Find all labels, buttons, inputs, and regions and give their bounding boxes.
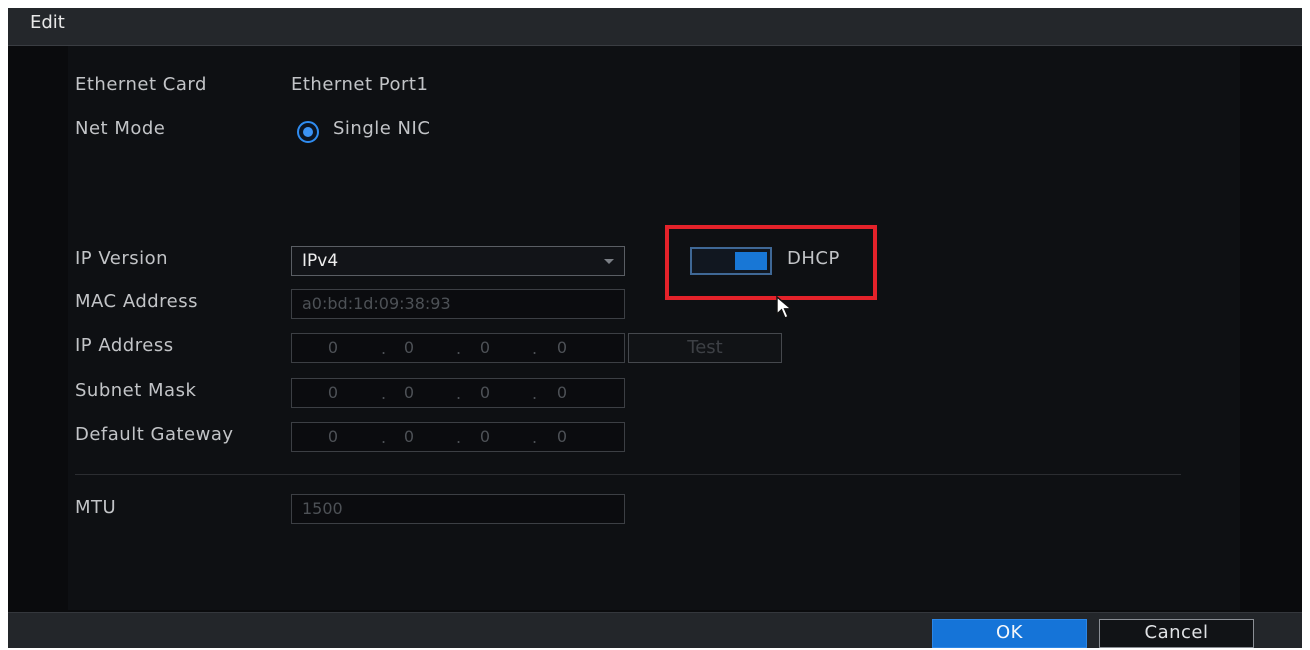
default-gateway-octet-1[interactable]: 0 [318,423,348,451]
mac-address-label: MAC Address [75,291,199,312]
dialog-content [68,46,1240,610]
subnet-mask-octet-2[interactable]: 0 [394,379,424,407]
ip-address-octet-4[interactable]: 0 [547,334,577,362]
default-gateway-octet-2[interactable]: 0 [394,423,424,451]
subnet-mask-octet-4[interactable]: 0 [547,379,577,407]
ip-address-field[interactable]: 0 . 0 . 0 . 0 [291,333,625,363]
ip-address-dot: . [532,339,538,358]
dhcp-label: DHCP [787,248,840,269]
mac-address-field[interactable]: a0:bd:1d:09:38:93 [291,289,625,319]
ip-version-label: IP Version [75,248,169,269]
default-gateway-label: Default Gateway [75,424,234,445]
default-gateway-dot: . [532,428,538,447]
ethernet-card-label: Ethernet Card [75,74,207,95]
mtu-value: 1500 [302,499,343,518]
ip-address-octet-1[interactable]: 0 [318,334,348,362]
ip-address-dot: . [381,339,387,358]
default-gateway-field[interactable]: 0 . 0 . 0 . 0 [291,422,625,452]
default-gateway-octet-4[interactable]: 0 [547,423,577,451]
section-divider [75,474,1181,475]
mouse-pointer-icon [776,296,793,319]
ip-address-dot: . [456,339,462,358]
ok-button[interactable]: OK [932,619,1087,648]
ip-address-label: IP Address [75,335,174,356]
subnet-mask-field[interactable]: 0 . 0 . 0 . 0 [291,378,625,408]
chevron-down-icon [604,259,614,264]
toggle-knob [735,252,767,270]
mac-address-value: a0:bd:1d:09:38:93 [302,294,451,313]
radio-dot [303,127,313,137]
mtu-field[interactable]: 1500 [291,494,625,524]
subnet-mask-dot: . [532,384,538,403]
default-gateway-octet-3[interactable]: 0 [470,423,500,451]
ip-version-selected-value: IPv4 [302,251,339,271]
default-gateway-dot: . [381,428,387,447]
default-gateway-dot: . [456,428,462,447]
ethernet-card-value: Ethernet Port1 [291,74,429,95]
subnet-mask-label: Subnet Mask [75,380,197,401]
edit-dialog: Edit [8,8,1302,648]
subnet-mask-octet-1[interactable]: 0 [318,379,348,407]
cancel-button[interactable]: Cancel [1099,619,1254,648]
subnet-mask-octet-3[interactable]: 0 [470,379,500,407]
ip-address-octet-3[interactable]: 0 [470,334,500,362]
dhcp-toggle[interactable] [690,247,772,275]
net-mode-option-label: Single NIC [333,118,431,139]
test-button[interactable]: Test [628,333,782,363]
dialog-title: Edit [30,12,65,33]
subnet-mask-dot: . [381,384,387,403]
dialog-titlebar: Edit [8,8,1302,46]
net-mode-label: Net Mode [75,118,166,139]
ip-version-select[interactable]: IPv4 [291,246,625,276]
radio-selected-icon[interactable] [297,121,319,143]
subnet-mask-dot: . [456,384,462,403]
ip-address-octet-2[interactable]: 0 [394,334,424,362]
mtu-label: MTU [75,497,117,518]
